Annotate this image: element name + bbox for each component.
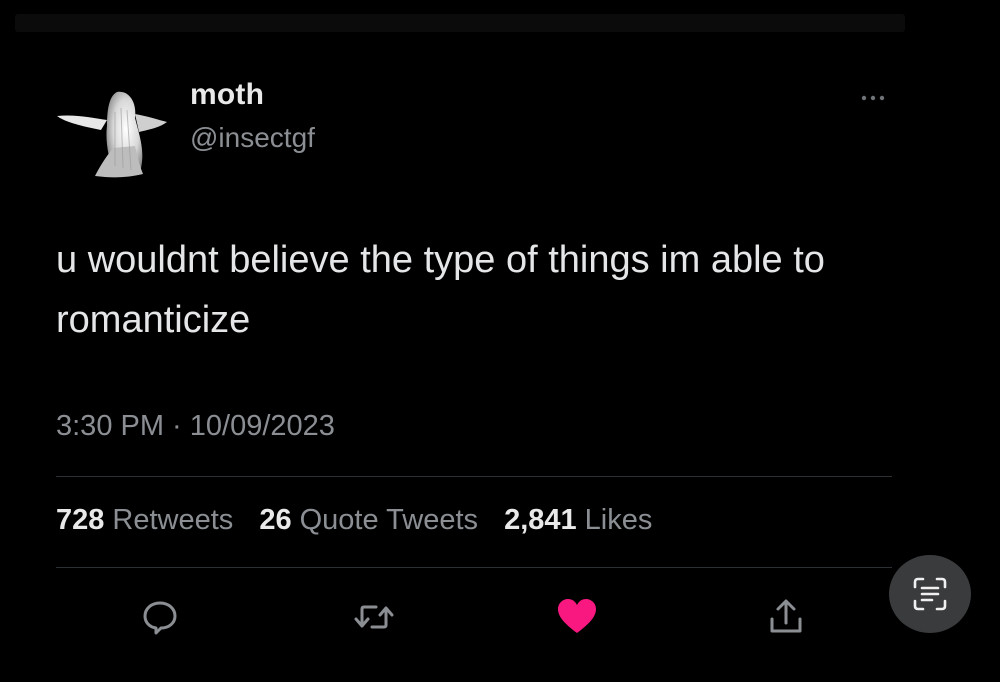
engagement-stats: 728 Retweets 26 Quote Tweets 2,841 Likes [56,504,670,537]
divider [56,476,892,477]
share-button[interactable] [764,595,808,639]
text-scan-button[interactable] [889,555,971,633]
more-dots-icon [861,95,885,101]
likes-stat[interactable]: 2,841 Likes [504,504,652,536]
more-options-button[interactable] [860,86,890,106]
tweet-text: u wouldnt believe the type of things im … [56,239,825,341]
like-button[interactable] [555,595,599,639]
quote-tweets-stat[interactable]: 26 Quote Tweets [259,504,478,536]
divider [56,567,892,568]
scan-text-icon [913,577,947,611]
heart-icon [558,599,596,633]
tweet-timestamp[interactable]: 3:30 PM · 10/09/2023 [56,410,335,443]
retweets-label: Retweets [112,504,234,536]
retweets-count: 728 [56,504,105,536]
likes-label: Likes [584,504,653,536]
display-name[interactable]: moth [190,78,264,112]
tweet-card: moth @insectgf u wouldnt believe the typ… [0,0,1000,682]
avatar[interactable] [55,88,170,178]
likes-count: 2,841 [504,504,577,536]
ghost-figure-image [57,91,167,178]
user-handle[interactable]: @insectgf [190,122,315,154]
quote-tweets-count: 26 [259,504,292,536]
retweets-stat[interactable]: 728 Retweets [56,504,233,536]
retweet-button[interactable] [352,595,396,639]
retweet-icon [354,605,394,629]
reply-button[interactable] [138,595,182,639]
quote-tweets-label: Quote Tweets [299,504,479,536]
share-icon [770,599,802,633]
reply-icon [143,601,177,635]
